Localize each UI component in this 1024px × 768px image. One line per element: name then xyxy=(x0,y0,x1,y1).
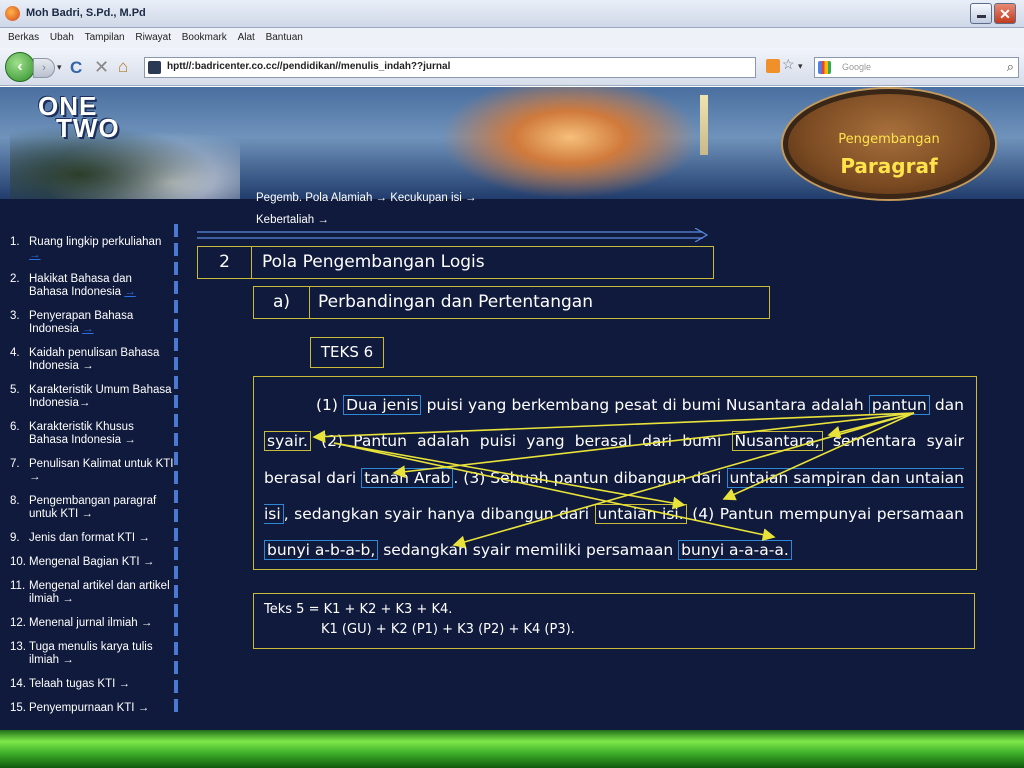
breadcrumb-line-1[interactable]: Pegemb. Pola Alamiah → Kecukupan isi → xyxy=(256,187,477,209)
arrow-icon: → xyxy=(78,397,91,409)
sidebar-item-15[interactable]: 15. Penyempurnaan KTI → xyxy=(4,702,174,715)
teks-label: TEKS 6 xyxy=(310,337,384,368)
arrow-icon: → xyxy=(62,593,74,605)
menu-item-berkas[interactable]: Berkas xyxy=(8,28,39,48)
double-arrow-divider xyxy=(197,228,709,242)
menu-item-tampilan[interactable]: Tampilan xyxy=(85,28,125,48)
one-two-logo: ONE TWO xyxy=(38,91,120,143)
search-bar[interactable]: Google ⌕ xyxy=(814,57,1019,78)
window-title: Moh Badri, S.Pd., M.Pd xyxy=(26,7,146,19)
breadcrumb: Pegemb. Pola Alamiah → Kecukupan isi → K… xyxy=(256,187,477,231)
sidebar-item-8[interactable]: 8. Pengembangan paragraf untuk KTI → xyxy=(4,495,174,521)
bottom-decorative-bar xyxy=(0,730,1024,768)
subsection-number: a) xyxy=(254,287,310,318)
sidebar-item-1[interactable]: 1. Ruang lingkip perkuliahan → xyxy=(4,236,174,262)
section-number: 2 xyxy=(198,247,252,278)
arrow-icon: → xyxy=(62,654,74,666)
highlight-pantun: pantun xyxy=(868,395,930,415)
arrow-icon: → xyxy=(142,556,155,568)
badge-subtitle: Pengembangan xyxy=(838,132,940,147)
sidebar-link-arrow[interactable]: → xyxy=(29,249,41,261)
highlight-untaian-isi: untaian isi. xyxy=(594,503,687,524)
sidebar-item-2[interactable]: 2. Hakikat Bahasa dan Bahasa Indonesia → xyxy=(4,273,174,299)
sidebar-item-11[interactable]: 11. Mengenal artikel dan artikel ilmiah → xyxy=(4,580,174,606)
menu-item-bantuan[interactable]: Bantuan xyxy=(266,28,303,48)
menu-item-ubah[interactable]: Ubah xyxy=(50,28,74,48)
highlight-bunyi-aaaa: bunyi a-a-a-a. xyxy=(678,540,792,561)
sidebar-item-9[interactable]: 9. Jenis dan format KTI → xyxy=(4,532,174,545)
menu-item-alat[interactable]: Alat xyxy=(238,28,255,48)
highlight-syair: syair. xyxy=(264,431,311,452)
firefox-icon xyxy=(5,6,20,21)
bookmark-star-icon[interactable]: ☆ xyxy=(782,56,795,73)
arrow-icon: → xyxy=(81,508,93,520)
sidebar-item-10[interactable]: 10. Mengenal Bagian KTI → xyxy=(4,556,174,569)
rss-feed-icon[interactable] xyxy=(766,59,780,73)
page-content: ONE TWO Pengembangan Paragraf Pegemb. Po… xyxy=(0,87,1024,730)
window-titlebar: Moh Badri, S.Pd., M.Pd ✕ xyxy=(0,0,1024,28)
back-button[interactable]: ‹ xyxy=(5,52,35,82)
highlight-tanah-arab: tanah Arab xyxy=(361,467,454,488)
sidebar-item-13[interactable]: 13. Tuga menulis karya tulis ilmiah → xyxy=(4,641,174,667)
reload-icon[interactable]: C xyxy=(70,58,82,78)
arrow-icon: → xyxy=(82,360,94,372)
site-favicon xyxy=(148,61,161,74)
subsection-heading-box: a) Perbandingan dan Pertentangan xyxy=(253,286,770,319)
sidebar-item-4[interactable]: 4. Kaidah penulisan Bahasa Indonesia → xyxy=(4,347,174,373)
subsection-title: Perbandingan dan Pertentangan xyxy=(318,292,593,312)
menu-item-riwayat[interactable]: Riwayat xyxy=(135,28,171,48)
formula-line-1: Teks 5 = K1 + K2 + K3 + K4. xyxy=(264,602,453,617)
sidebar-item-12[interactable]: 12. Menenal jurnal ilmiah → xyxy=(4,617,174,630)
sidebar-item-6[interactable]: 6. Karakteristik Khusus Bahasa Indonesia … xyxy=(4,421,174,447)
sidebar-link-arrow[interactable]: → xyxy=(82,323,94,335)
section-title: Pola Pengembangan Logis xyxy=(262,252,485,272)
sidebar-divider xyxy=(174,224,178,716)
address-bar[interactable]: hptt//:badricenter.co.cc//pendidikan//me… xyxy=(144,57,756,78)
arrow-icon: → xyxy=(137,702,150,714)
forward-button[interactable]: › xyxy=(33,58,55,78)
arrow-icon: → xyxy=(124,434,136,446)
sidebar-item-5[interactable]: 5. Karakteristik Umum Bahasa Indonesia→ xyxy=(4,384,174,410)
arrow-icon: → xyxy=(140,617,153,629)
search-icon[interactable]: ⌕ xyxy=(1007,59,1014,75)
minimize-button[interactable] xyxy=(970,3,992,24)
stop-icon[interactable]: ✕ xyxy=(94,57,109,78)
highlight-dua-jenis: Dua jenis xyxy=(343,395,422,415)
home-icon[interactable]: ⌂ xyxy=(118,57,128,77)
highlight-bunyi-abab: bunyi a-b-a-b, xyxy=(264,540,379,561)
badge-title: Paragraf xyxy=(840,154,938,178)
sidebar-item-3[interactable]: 3. Penyerapan Bahasa Indonesia → xyxy=(4,310,174,336)
menu-bar: Berkas Ubah Tampilan Riwayat Bookmark Al… xyxy=(0,28,1024,48)
example-text-box: (1) Dua jenis puisi yang berkembang pesa… xyxy=(253,376,977,570)
navigation-toolbar: ‹ › ▾ C ✕ ⌂ hptt//:badricenter.co.cc//pe… xyxy=(0,48,1024,86)
sidebar-link-arrow[interactable]: → xyxy=(124,286,136,298)
bookmark-dropdown-icon[interactable]: ▾ xyxy=(798,61,803,72)
arrow-icon: → xyxy=(29,471,41,483)
menu-item-bookmark[interactable]: Bookmark xyxy=(182,28,227,48)
google-icon[interactable] xyxy=(818,61,831,74)
history-dropdown-icon[interactable]: ▾ xyxy=(57,62,62,73)
arrow-icon: → xyxy=(138,532,150,544)
close-button[interactable]: ✕ xyxy=(994,3,1016,24)
formula-box: Teks 5 = K1 + K2 + K3 + K4. K1 (GU) + K2… xyxy=(253,593,975,649)
arrow-icon: → xyxy=(118,678,131,690)
example-paragraph: (1) Dua jenis puisi yang berkembang pesa… xyxy=(264,395,965,561)
section-heading-box: 2 Pola Pengembangan Logis xyxy=(197,246,714,279)
banner-monument-image xyxy=(700,95,708,155)
url-text[interactable]: hptt//:badricenter.co.cc//pendidikan//me… xyxy=(167,61,450,72)
banner-sunset-image xyxy=(440,87,700,199)
sidebar-nav: 1. Ruang lingkip perkuliahan → 2. Hakikat … xyxy=(4,236,174,726)
formula-line-2: K1 (GU) + K2 (P1) + K3 (P2) + K4 (P3). xyxy=(321,622,575,637)
search-placeholder: Google xyxy=(842,62,872,72)
sidebar-item-7[interactable]: 7. Penulisan Kalimat untuk KTI → xyxy=(4,458,174,484)
topic-badge: Pengembangan Paragraf xyxy=(783,89,995,199)
sidebar-item-14[interactable]: 14. Telaah tugas KTI → xyxy=(4,678,174,691)
highlight-nusantara: Nusantara, xyxy=(731,431,823,452)
